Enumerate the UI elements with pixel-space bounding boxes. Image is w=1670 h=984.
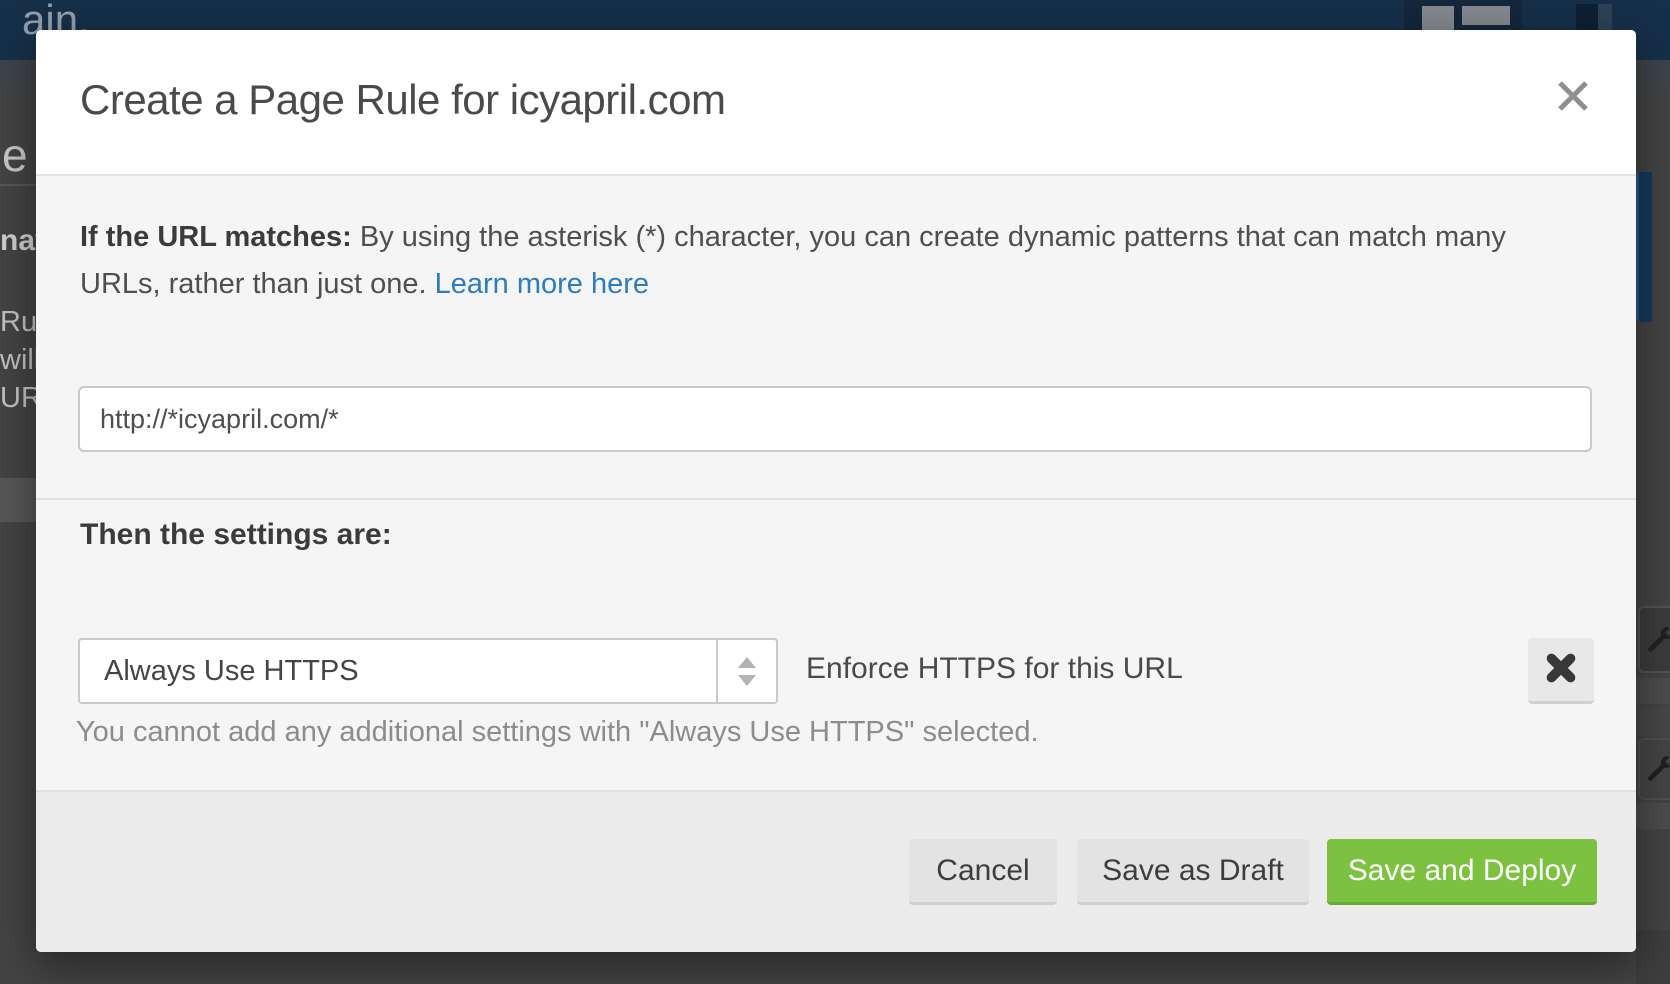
select-stepper [716, 640, 776, 702]
chevron-down-icon [738, 675, 756, 686]
close-icon [1556, 79, 1590, 113]
modal-title: Create a Page Rule for icyapril.com [80, 76, 725, 124]
cancel-button[interactable]: Cancel [909, 839, 1057, 905]
url-pattern-input[interactable] [78, 386, 1592, 452]
setting-select[interactable]: Always Use HTTPS [78, 638, 778, 704]
modal-footer: Cancel Save as Draft Save and Deploy [36, 790, 1636, 952]
background-shape [1636, 706, 1670, 736]
setting-description: Enforce HTTPS for this URL [806, 652, 1183, 686]
remove-setting-button[interactable] [1528, 638, 1594, 704]
settings-heading: Then the settings are: [80, 518, 392, 552]
background-text-fragment: Ru [0, 306, 37, 339]
url-match-section: If the URL matches: By using the asteris… [36, 178, 1636, 500]
background-text-fragment: will [0, 344, 40, 377]
learn-more-link[interactable]: Learn more here [435, 268, 649, 300]
close-button[interactable] [1550, 74, 1596, 120]
chevron-up-icon [738, 657, 756, 668]
apps-grid-icon [1462, 6, 1510, 25]
background-settings-tile [1638, 606, 1670, 673]
save-and-deploy-button[interactable]: Save and Deploy [1327, 839, 1597, 905]
background-shape [1636, 930, 1670, 984]
background-settings-tile [1638, 738, 1670, 800]
save-as-draft-button[interactable]: Save as Draft [1077, 839, 1309, 905]
background-shape [1636, 678, 1670, 704]
setting-note: You cannot add any additional settings w… [76, 716, 1039, 749]
settings-section: Then the settings are: Always Use HTTPS … [36, 502, 1636, 820]
wrench-icon [1645, 754, 1670, 784]
setting-select-value: Always Use HTTPS [104, 640, 359, 702]
background-divider [0, 184, 36, 186]
url-match-label: If the URL matches: [80, 221, 352, 253]
modal-header: Create a Page Rule for icyapril.com [36, 30, 1636, 176]
url-match-description: If the URL matches: By using the asteris… [80, 214, 1546, 308]
page-rule-modal: Create a Page Rule for icyapril.com If t… [36, 30, 1636, 952]
background-blue-button-fragment [1636, 172, 1652, 322]
background-text-fragment: e [2, 128, 28, 182]
background-shape [1636, 803, 1670, 829]
screen: ain. e nav Ru will UR Create a Page [0, 0, 1670, 984]
background-table-band [0, 478, 36, 522]
remove-x-icon [1544, 651, 1578, 685]
wrench-icon [1645, 625, 1670, 655]
